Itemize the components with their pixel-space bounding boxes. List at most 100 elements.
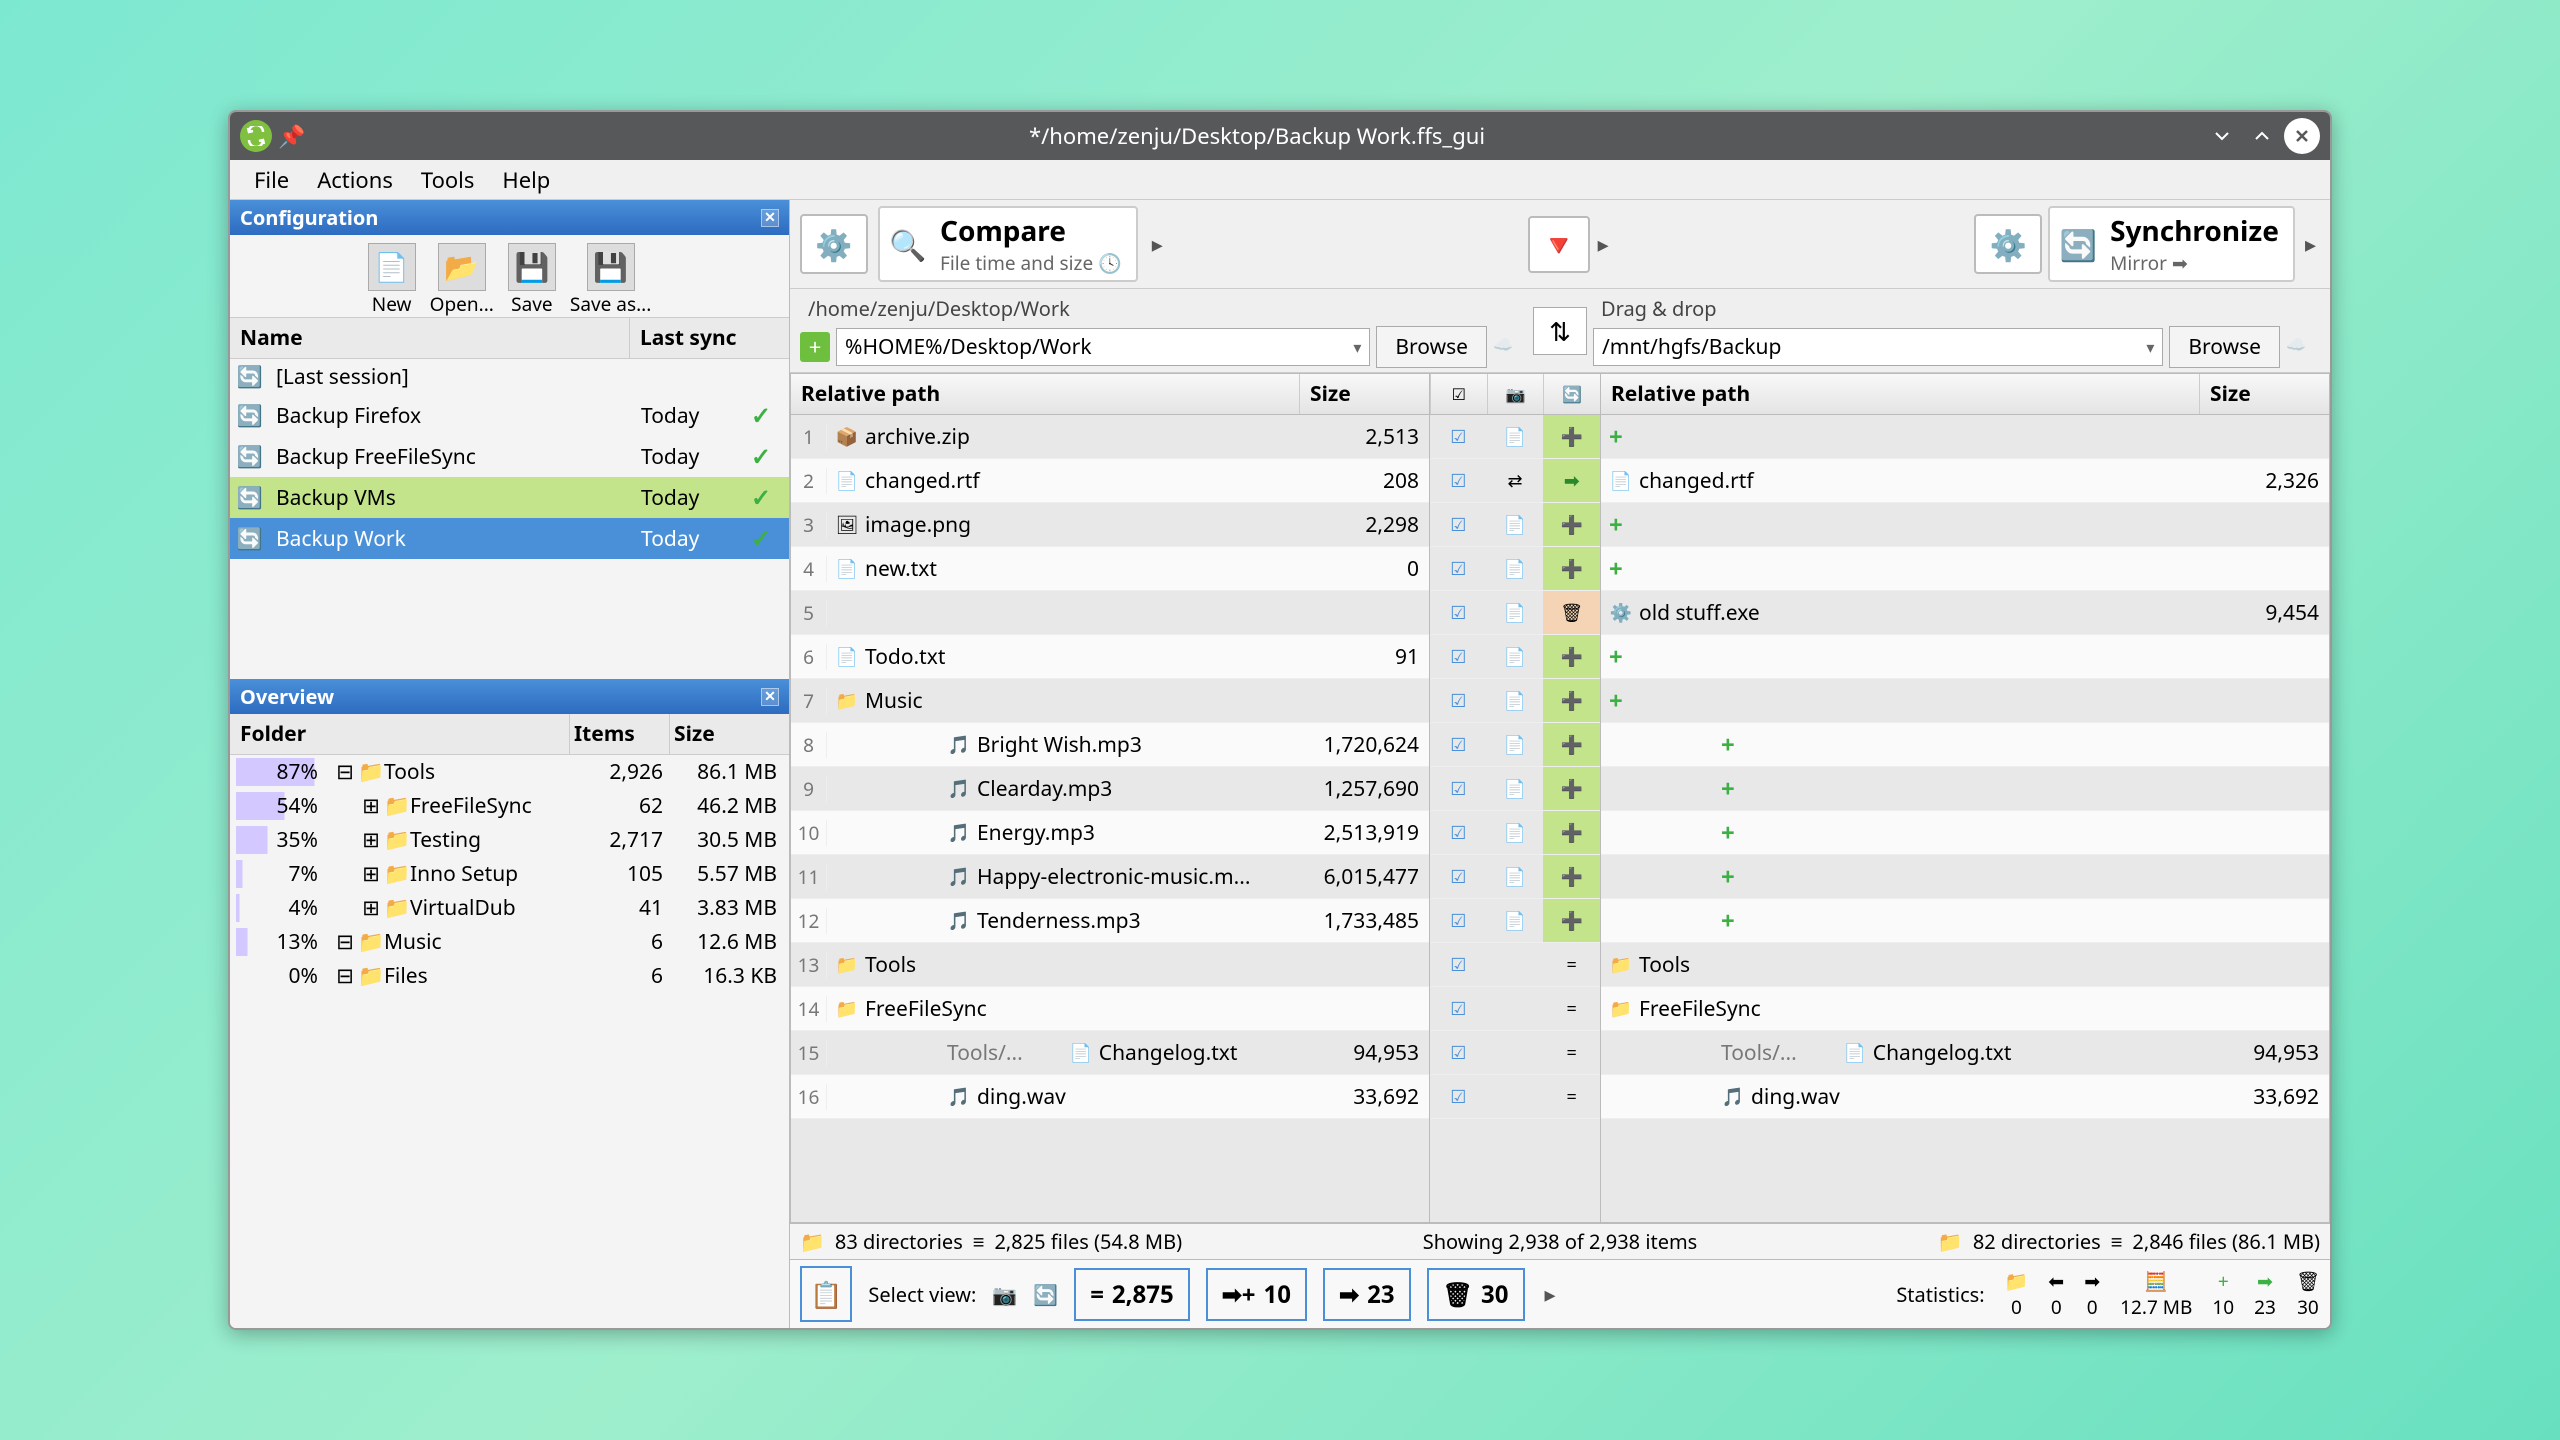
action-row[interactable]: ☑📄➕ <box>1430 635 1600 679</box>
checkbox[interactable]: ☑ <box>1430 899 1487 942</box>
view-toggle-2[interactable]: 🔄 <box>1033 1281 1058 1308</box>
action-icon[interactable]: = <box>1543 943 1600 986</box>
compare-button[interactable]: 🔍 CompareFile time and size 🕓 <box>878 206 1138 282</box>
config-row[interactable]: 🔄Backup VMsToday✓ <box>230 477 789 518</box>
checkbox[interactable]: ☑ <box>1430 547 1487 590</box>
file-row[interactable]: 📁Tools <box>1601 943 2329 987</box>
category-icon[interactable]: 📄 <box>1487 415 1544 458</box>
file-row[interactable]: 1📦archive.zip2,513 <box>791 415 1429 459</box>
category-icon[interactable]: 📄 <box>1487 855 1544 898</box>
file-row[interactable]: 3🖼image.png2,298 <box>791 503 1429 547</box>
checkbox[interactable]: ☑ <box>1430 459 1487 502</box>
view-more-icon[interactable]: ▸ <box>1541 1279 1560 1309</box>
action-row[interactable]: ☑📄➕ <box>1430 415 1600 459</box>
overview-row[interactable]: 0%⊟📁Files616.3 KB <box>230 959 789 993</box>
action-row[interactable]: ☑📄➕ <box>1430 723 1600 767</box>
action-row[interactable]: ☑📄➕ <box>1430 899 1600 943</box>
action-row[interactable]: ☑📄➕ <box>1430 811 1600 855</box>
action-icon[interactable]: ➕ <box>1543 415 1600 458</box>
menu-help[interactable]: Help <box>488 161 564 199</box>
menu-file[interactable]: File <box>240 161 303 199</box>
file-row[interactable]: 12🎵Tenderness.mp31,733,485 <box>791 899 1429 943</box>
action-row[interactable]: ☑📄➕ <box>1430 767 1600 811</box>
filter-button[interactable]: 🔻 <box>1528 216 1589 273</box>
compare-dropdown-icon[interactable]: ▸ <box>1148 229 1167 259</box>
view-update-button[interactable]: ➡23 <box>1323 1268 1411 1321</box>
checkbox[interactable]: ☑ <box>1430 987 1487 1030</box>
chevron-down-icon[interactable]: ▾ <box>1353 336 1361 358</box>
file-row[interactable]: + <box>1601 679 2329 723</box>
filter-dropdown-icon[interactable]: ▸ <box>1594 229 1613 259</box>
checkbox[interactable]: ☑ <box>1430 767 1487 810</box>
checkbox[interactable]: ☑ <box>1430 723 1487 766</box>
file-row[interactable]: + <box>1601 635 2329 679</box>
action-row[interactable]: ☑📄➕ <box>1430 855 1600 899</box>
browse-left-button[interactable]: Browse <box>1376 326 1487 368</box>
file-row[interactable]: + <box>1601 415 2329 459</box>
action-icon[interactable]: = <box>1543 1075 1600 1118</box>
overview-row[interactable]: 87%⊟📁Tools2,92686.1 MB <box>230 755 789 789</box>
file-row[interactable]: 13📁Tools <box>791 943 1429 987</box>
right-path-input[interactable]: /mnt/hgfs/Backup▾ <box>1593 328 2163 366</box>
browse-right-button[interactable]: Browse <box>2169 326 2280 368</box>
file-row[interactable]: 14📁FreeFileSync <box>791 987 1429 1031</box>
config-row[interactable]: 🔄Backup WorkToday✓ <box>230 518 789 559</box>
config-row[interactable]: 🔄Backup FreeFileSyncToday✓ <box>230 436 789 477</box>
config-row[interactable]: 🔄Backup FirefoxToday✓ <box>230 395 789 436</box>
action-row[interactable]: ☑= <box>1430 1031 1600 1075</box>
file-row[interactable]: ⚙️old stuff.exe9,454 <box>1601 591 2329 635</box>
action-icon[interactable]: ➕ <box>1543 547 1600 590</box>
maximize-button[interactable] <box>2244 118 2280 154</box>
category-icon[interactable]: 📷 <box>1487 374 1544 414</box>
action-icon[interactable]: ➕ <box>1543 855 1600 898</box>
action-row[interactable]: ☑= <box>1430 987 1600 1031</box>
save-as-button[interactable]: 💾Save as... <box>566 243 655 317</box>
file-row[interactable]: 6📄Todo.txt91 <box>791 635 1429 679</box>
action-icon[interactable]: ➡ <box>1543 459 1600 502</box>
cloud-icon[interactable]: ☁️ <box>2286 333 2320 361</box>
config-row[interactable]: 🔄[Last session] <box>230 359 789 395</box>
category-icon[interactable]: ⇄ <box>1487 459 1544 502</box>
action-icon[interactable]: ➕ <box>1543 811 1600 854</box>
category-icon[interactable]: 📄 <box>1487 811 1544 854</box>
pin-icon[interactable]: 📌 <box>280 124 304 148</box>
action-row[interactable]: ☑📄➕ <box>1430 503 1600 547</box>
close-button[interactable] <box>2284 118 2320 154</box>
file-row[interactable]: 4📄new.txt0 <box>791 547 1429 591</box>
category-icon[interactable] <box>1487 987 1544 1030</box>
file-row[interactable]: 15Tools/...📄Changelog.txt94,953 <box>791 1031 1429 1075</box>
add-pair-button[interactable]: + <box>800 332 830 362</box>
close-config-icon[interactable]: ✕ <box>761 209 779 227</box>
category-icon[interactable]: 📄 <box>1487 899 1544 942</box>
file-row[interactable]: 🎵ding.wav33,692 <box>1601 1075 2329 1119</box>
chevron-down-icon[interactable]: ▾ <box>2146 336 2154 358</box>
file-row[interactable]: + <box>1601 767 2329 811</box>
file-row[interactable]: + <box>1601 811 2329 855</box>
file-row[interactable]: 5 <box>791 591 1429 635</box>
category-icon[interactable] <box>1487 1031 1544 1074</box>
file-row[interactable]: 16🎵ding.wav33,692 <box>791 1075 1429 1119</box>
category-icon[interactable]: 📄 <box>1487 767 1544 810</box>
file-row[interactable]: + <box>1601 547 2329 591</box>
overview-row[interactable]: 7%⊞📁Inno Setup1055.57 MB <box>230 857 789 891</box>
action-row[interactable]: ☑= <box>1430 943 1600 987</box>
action-icon[interactable]: 🗑 <box>1543 591 1600 634</box>
file-row[interactable]: + <box>1601 503 2329 547</box>
action-row[interactable]: ☑= <box>1430 1075 1600 1119</box>
file-row[interactable]: 📄changed.rtf2,326 <box>1601 459 2329 503</box>
menu-tools[interactable]: Tools <box>407 161 489 199</box>
overview-row[interactable]: 54%⊞📁FreeFileSync6246.2 MB <box>230 789 789 823</box>
view-add-button[interactable]: ➡+10 <box>1206 1268 1307 1321</box>
save-button[interactable]: 💾Save <box>504 243 560 317</box>
action-icon[interactable]: ➕ <box>1543 767 1600 810</box>
category-icon[interactable]: 📄 <box>1487 723 1544 766</box>
action-row[interactable]: ☑📄➕ <box>1430 679 1600 723</box>
action-row[interactable]: ☑📄➕ <box>1430 547 1600 591</box>
checkbox[interactable]: ☑ <box>1430 943 1487 986</box>
action-icon[interactable]: 🔄 <box>1543 374 1600 414</box>
checkbox[interactable]: ☑ <box>1430 503 1487 546</box>
overview-row[interactable]: 35%⊞📁Testing2,71730.5 MB <box>230 823 789 857</box>
file-row[interactable]: Tools/...📄Changelog.txt94,953 <box>1601 1031 2329 1075</box>
category-icon[interactable]: 📄 <box>1487 503 1544 546</box>
checkbox[interactable]: ☑ <box>1430 591 1487 634</box>
